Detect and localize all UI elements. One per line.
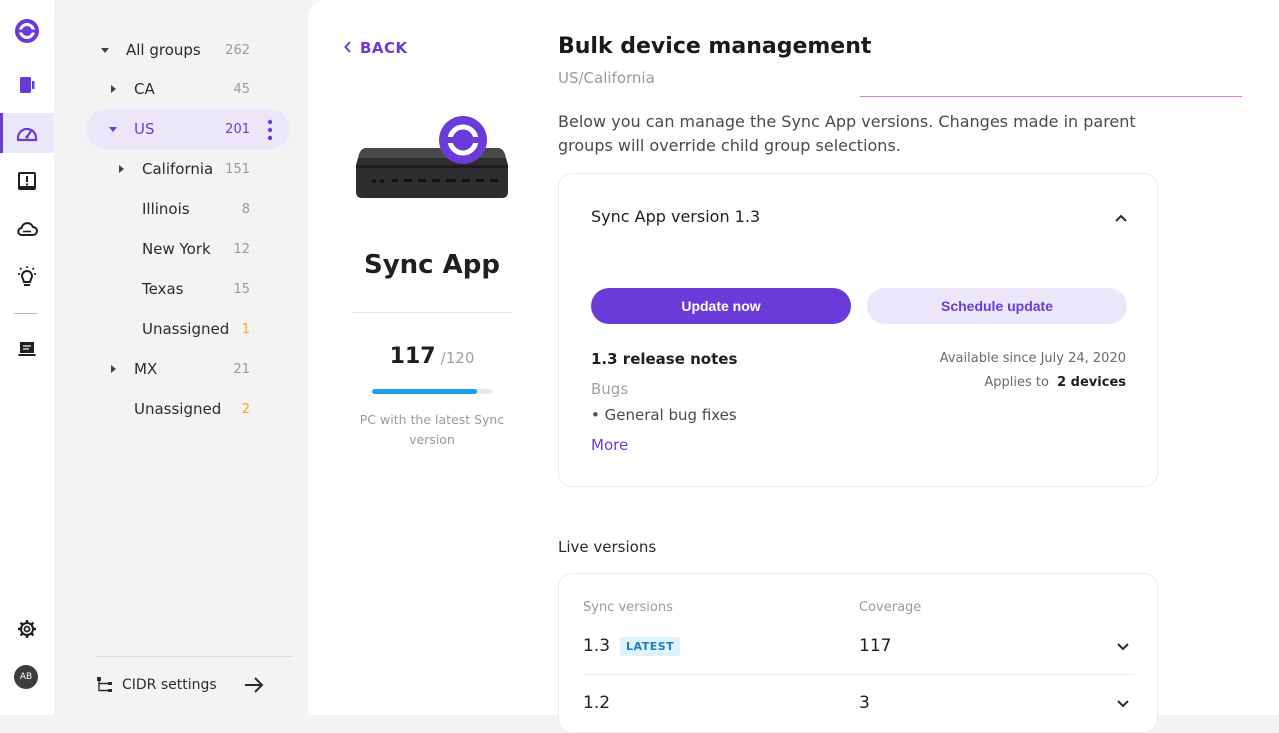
more-options-icon[interactable] [266,119,274,141]
group-ca[interactable]: CA 45 [108,69,250,109]
caret-down-icon[interactable] [100,45,110,55]
applies-to-label: Applies to [984,375,1049,390]
column-header-versions: Sync versions [583,600,673,615]
group-count: 8 [241,201,250,217]
coverage-caption: PC with the latest Sync version [359,412,505,447]
schedule-update-button[interactable]: Schedule update [867,288,1127,324]
more-link[interactable]: More [591,436,628,454]
group-label: CA [134,80,155,98]
cloud-icon[interactable] [0,209,54,249]
coverage-value: 117 [859,636,892,656]
version-number: 1.2 [583,693,611,713]
live-versions-card: Sync versions Coverage 1.3 LATEST 117 1.… [558,573,1158,733]
available-since: Available since July 24, 2020 [939,351,1126,366]
group-us-unassigned[interactable]: Unassigned 1 [142,309,250,349]
group-label: Texas [142,280,184,298]
cidr-settings-link[interactable]: CIDR settings [96,672,266,698]
live-versions-title: Live versions [558,538,657,556]
page-title: Bulk device management [558,34,872,59]
group-count: 151 [225,161,250,177]
network-tree-icon [96,676,114,694]
caret-right-icon[interactable] [108,84,118,94]
back-link[interactable]: BACK [344,37,408,59]
chevron-up-icon[interactable] [1113,210,1129,226]
group-label: Unassigned [134,400,222,418]
group-new-york[interactable]: New York 12 [142,229,250,269]
applies-to: Applies to 2 devices [984,375,1126,390]
caret-down-icon[interactable] [108,124,118,134]
group-texas[interactable]: Texas 15 [142,269,250,309]
group-count: 45 [233,81,250,97]
bug-item: • General bug fixes [591,406,737,424]
group-count: 12 [233,241,250,257]
group-label: Unassigned [142,320,230,338]
group-label: Illinois [142,200,190,218]
insights-icon[interactable] [0,257,54,297]
chevron-down-icon[interactable] [1115,695,1131,711]
group-all[interactable]: All groups 262 [100,30,250,70]
group-count: 1 [241,321,250,337]
update-now-button[interactable]: Update now [591,288,851,324]
devices-icon[interactable] [0,65,54,105]
rail-divider [14,313,38,314]
group-california[interactable]: California 151 [116,149,250,189]
divider [352,312,512,313]
chevron-down-icon[interactable] [1115,638,1131,654]
group-unassigned[interactable]: Unassigned 2 [134,389,250,429]
group-count: 201 [225,121,250,137]
panel-divider [96,656,293,657]
caret-right-icon[interactable] [116,164,126,174]
latest-badge: LATEST [620,636,681,656]
group-count: 262 [225,42,250,58]
coverage-value: 3 [859,693,870,713]
nav-rail: AB [0,0,54,715]
displays-icon[interactable] [0,329,54,369]
coverage-total: /120 [440,349,475,367]
back-label: BACK [360,39,408,57]
device-image [352,110,512,210]
caret-right-icon[interactable] [108,364,118,374]
group-us[interactable]: US 201 [108,109,250,149]
group-label: New York [142,240,211,258]
group-label: US [134,120,155,138]
coverage-summary: 117 /120 [352,344,512,369]
applies-to-value: 2 devices [1057,375,1126,390]
coverage-count: 117 [389,344,436,369]
arrow-right-icon[interactable] [243,675,265,695]
version-row[interactable]: 1.2 3 [583,675,1135,731]
version-cell: 1.3 LATEST [583,636,681,656]
group-label: MX [134,360,158,378]
column-header-coverage: Coverage [859,600,922,615]
version-card-title: Sync App version 1.3 [591,207,761,226]
dashboard-icon[interactable] [0,113,54,153]
group-mx[interactable]: MX 21 [108,349,250,389]
group-label: California [142,160,214,178]
alerts-icon[interactable] [0,161,54,201]
chevron-left-icon [344,39,352,57]
coverage-progress-fill [372,389,477,394]
release-notes-title: 1.3 release notes [591,350,738,368]
settings-icon[interactable] [0,609,54,649]
coverage-progress-bar [372,389,492,394]
group-count: 2 [241,401,250,417]
group-count: 15 [233,281,250,297]
bugs-heading: Bugs [591,380,629,398]
group-illinois[interactable]: Illinois 8 [142,189,250,229]
avatar[interactable]: AB [14,665,38,689]
app-title: Sync App [364,250,500,280]
cidr-settings-label: CIDR settings [122,677,217,693]
group-label: All groups [126,41,201,59]
logo-icon[interactable] [0,11,54,51]
page-description: Below you can manage the Sync App versio… [558,112,1136,155]
version-card: Sync App version 1.3 Update now Schedule… [558,173,1158,487]
group-count: 21 [233,361,250,377]
version-cell: 1.2 [583,693,610,713]
version-number: 1.3 [583,636,611,656]
breadcrumb: US/California [558,69,655,87]
version-row[interactable]: 1.3 LATEST 117 [583,618,1135,674]
divider-accent [860,96,1242,97]
